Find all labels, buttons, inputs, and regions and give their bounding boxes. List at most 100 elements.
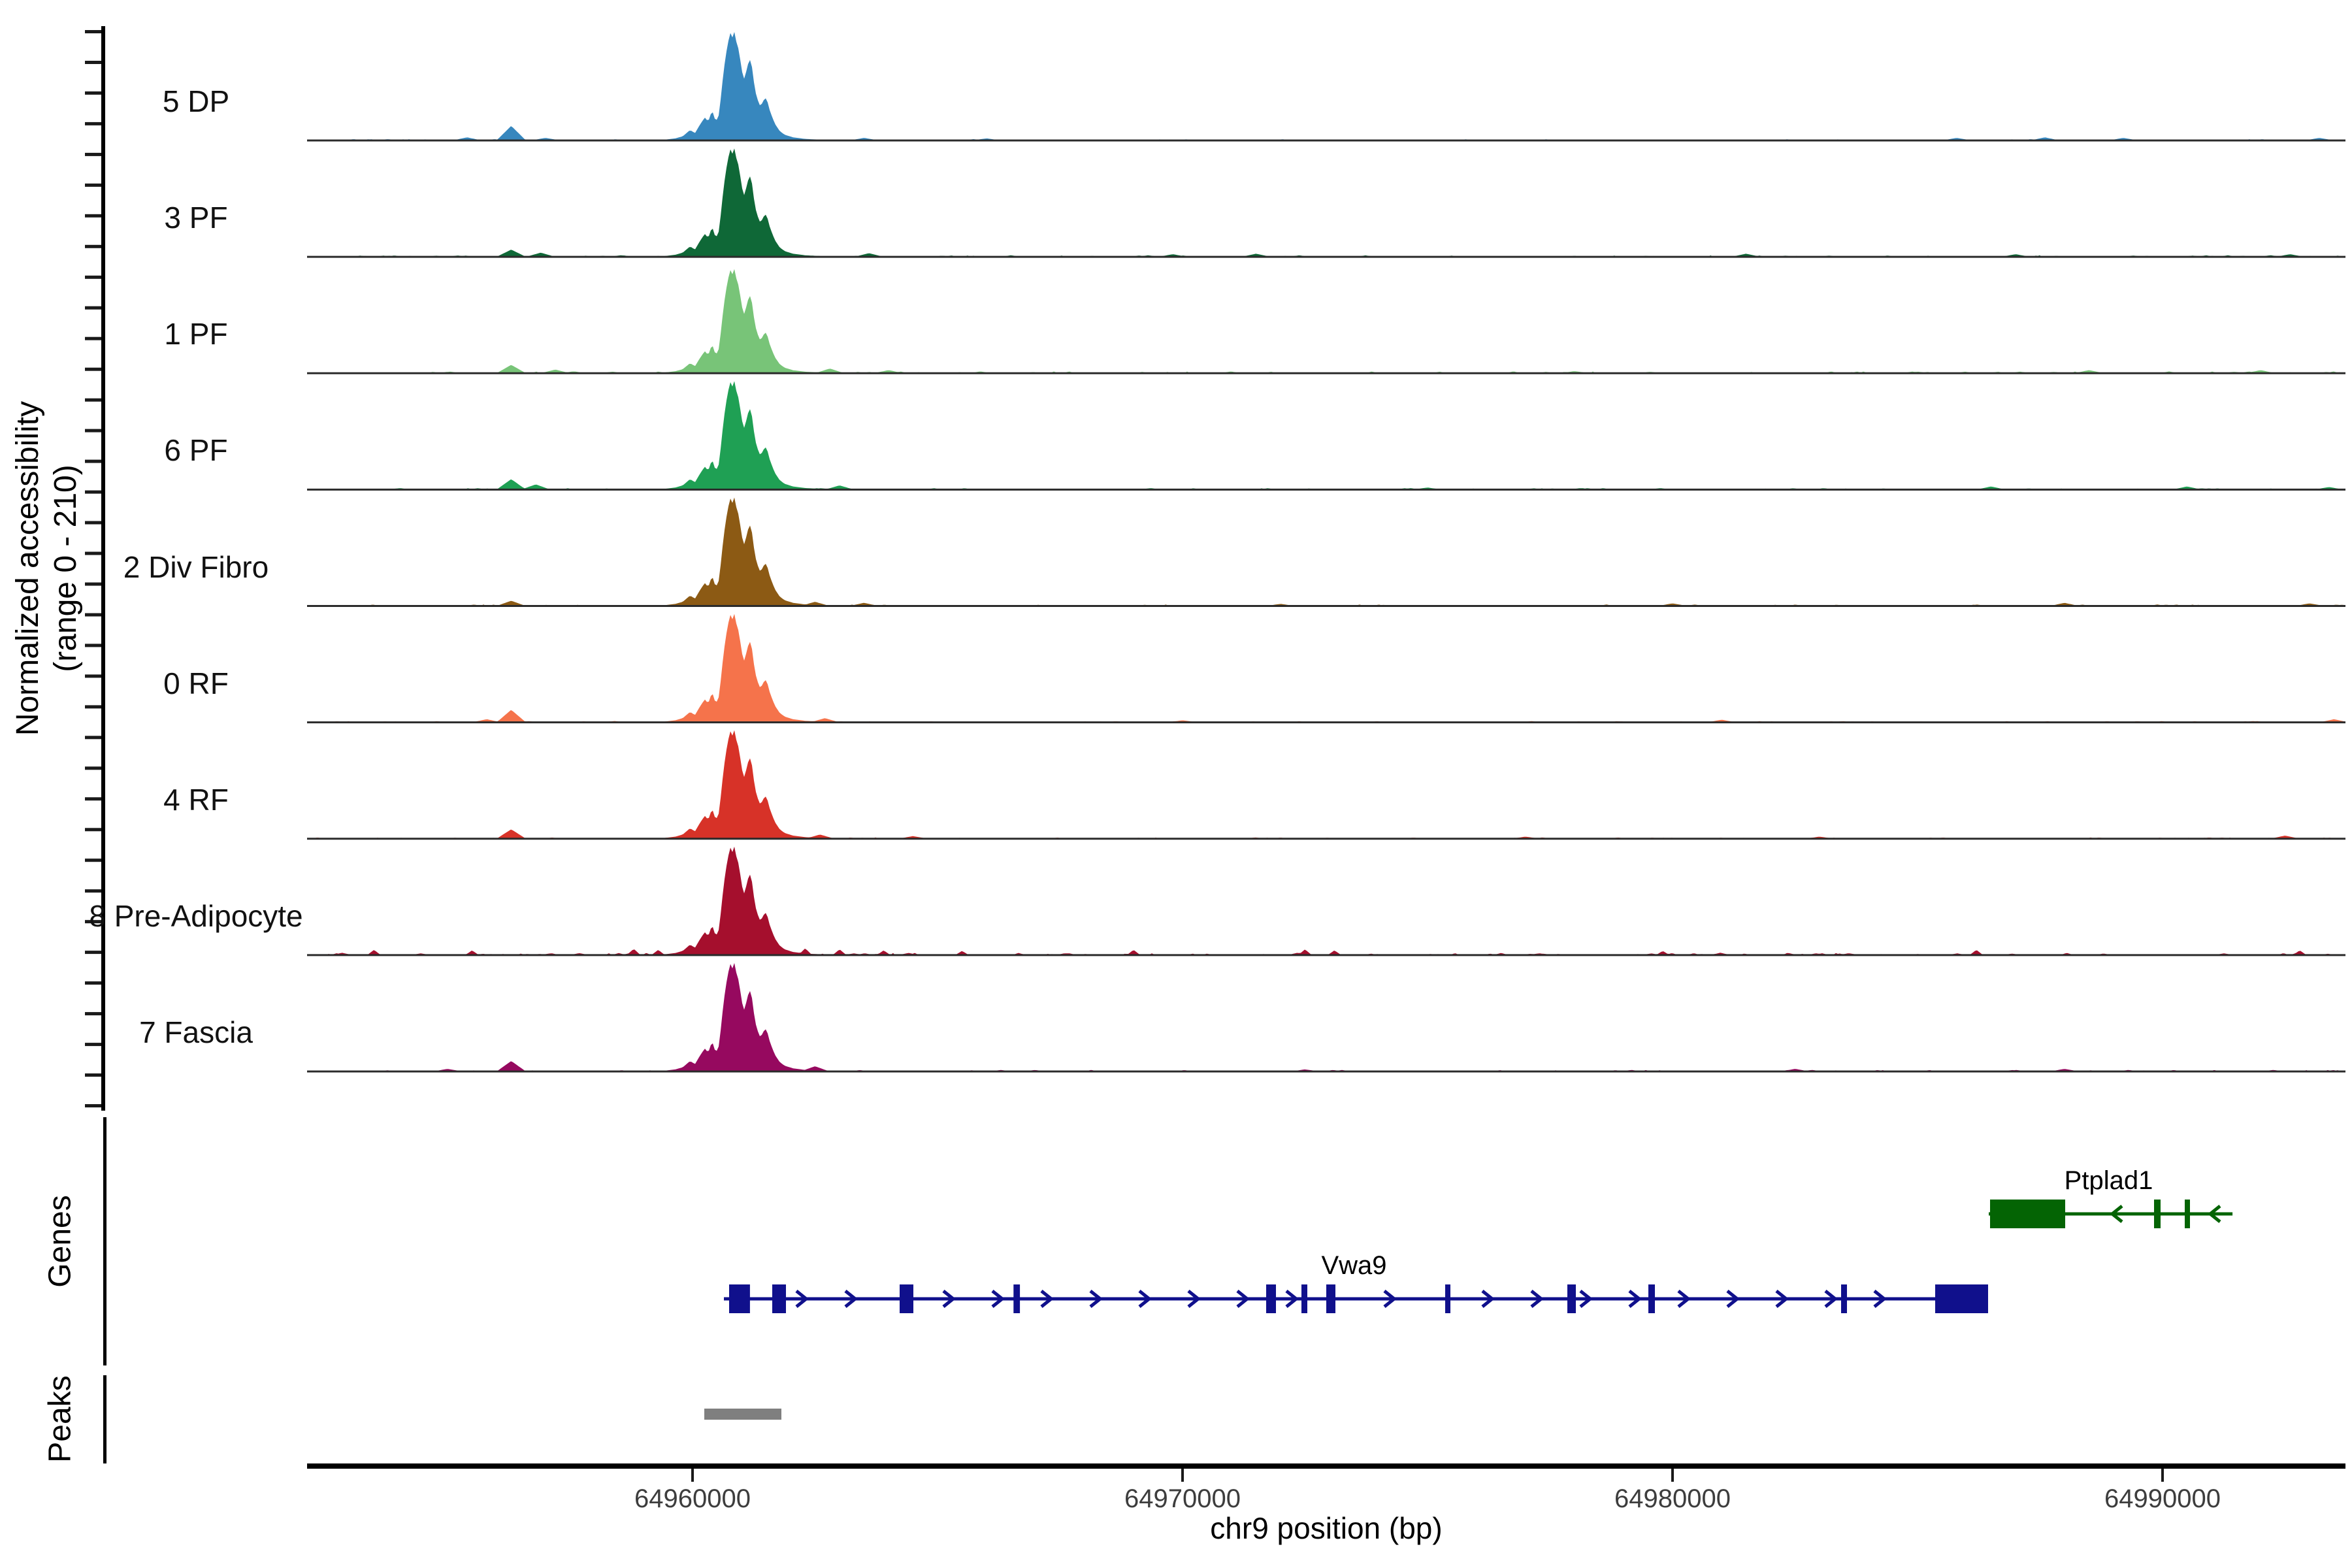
peaks-section-label: Peaks bbox=[42, 1375, 78, 1462]
y-axis-tick bbox=[85, 981, 101, 985]
y-axis-tick bbox=[85, 368, 101, 371]
y-axis-tick bbox=[85, 399, 101, 402]
y-axis-tick bbox=[85, 214, 101, 218]
gene-vwa9-exon bbox=[772, 1284, 786, 1313]
y-axis-tick bbox=[85, 889, 101, 892]
track-label-6-pf: 6 PF bbox=[164, 433, 227, 468]
y-axis-tick bbox=[85, 61, 101, 64]
x-tick-label-64990000: 64990000 bbox=[2104, 1484, 2221, 1514]
x-axis-line bbox=[307, 1463, 2345, 1469]
x-tick-label-64980000: 64980000 bbox=[1614, 1484, 1731, 1514]
y-axis-tick bbox=[85, 858, 101, 862]
y-axis-tick bbox=[85, 828, 101, 831]
track-baseline bbox=[307, 140, 2345, 142]
track-baseline bbox=[307, 1071, 2345, 1073]
track-label-8-pre-adipocyte: 8 Pre-Adipocyte bbox=[89, 898, 302, 934]
y-axis-tick bbox=[85, 797, 101, 800]
y-axis-tick bbox=[85, 153, 101, 156]
gene-ptplad1-exon bbox=[2185, 1200, 2190, 1228]
x-axis-tick bbox=[1181, 1469, 1184, 1482]
coverage-plot-figure: Normalized accessibility (range 0 - 210)… bbox=[0, 0, 2352, 1568]
gene-vwa9-exon bbox=[1013, 1284, 1020, 1313]
gene-vwa9-exon bbox=[1266, 1284, 1276, 1313]
y-axis-tick bbox=[85, 705, 101, 708]
y-axis-tick bbox=[85, 30, 101, 33]
y-axis-tick bbox=[85, 583, 101, 586]
gene-vwa9-exon bbox=[1935, 1284, 1988, 1313]
y-axis-tick bbox=[85, 1043, 101, 1046]
peaks-bracket bbox=[103, 1375, 106, 1463]
y-axis-spine bbox=[101, 26, 105, 1111]
y-axis-tick bbox=[85, 521, 101, 525]
x-axis-tick bbox=[1671, 1469, 1674, 1482]
track-baseline bbox=[307, 256, 2345, 258]
gene-vwa9-exon bbox=[1445, 1284, 1450, 1313]
signal-area-8-pre-adipocyte bbox=[307, 847, 2345, 955]
y-axis-tick bbox=[85, 674, 101, 678]
y-axis-tick bbox=[85, 337, 101, 340]
y-axis-tick bbox=[85, 951, 101, 954]
track-label-3-pf: 3 PF bbox=[164, 200, 227, 235]
y-axis-tick bbox=[85, 460, 101, 463]
signal-area-4-rf bbox=[307, 730, 2345, 839]
signal-area-0-rf bbox=[307, 614, 2345, 723]
y-axis-tick bbox=[85, 276, 101, 279]
signal-area-2-div-fibro bbox=[307, 498, 2345, 606]
signal-area-6-pf bbox=[307, 381, 2345, 489]
x-axis-tick bbox=[691, 1469, 694, 1482]
y-axis-tick bbox=[85, 184, 101, 187]
signal-area-1-pf bbox=[307, 269, 2345, 373]
gene-vwa9-label: Vwa9 bbox=[1321, 1251, 1386, 1281]
gene-vwa9-exon bbox=[729, 1284, 750, 1313]
gene-vwa9-exon bbox=[1841, 1284, 1847, 1313]
y-axis-tick bbox=[85, 1104, 101, 1107]
track-baseline bbox=[307, 372, 2345, 374]
y-axis-tick bbox=[85, 429, 101, 433]
gene-vwa9-body-line bbox=[724, 1298, 1988, 1301]
y-axis-tick bbox=[85, 766, 101, 770]
gene-vwa9-exon bbox=[1301, 1284, 1307, 1313]
y-axis-title-line2: (range 0 - 210) bbox=[47, 401, 85, 736]
peak-interval bbox=[704, 1409, 781, 1420]
track-label-0-rf: 0 RF bbox=[163, 666, 229, 701]
genes-section-label: Genes bbox=[42, 1195, 78, 1287]
track-baseline bbox=[307, 605, 2345, 607]
track-label-2-div-fibro: 2 Div Fibro bbox=[123, 549, 269, 585]
signal-area-5-dp bbox=[307, 32, 2345, 140]
y-axis-tick bbox=[85, 613, 101, 617]
y-axis-title-line1: Normalized accessibility bbox=[9, 401, 47, 736]
genes-bracket bbox=[103, 1117, 106, 1365]
y-axis-tick bbox=[85, 491, 101, 494]
y-axis-tick bbox=[85, 1073, 101, 1077]
y-axis-tick bbox=[85, 245, 101, 248]
track-label-1-pf: 1 PF bbox=[164, 316, 227, 351]
signal-area-3-pf bbox=[307, 148, 2345, 257]
gene-vwa9-exon bbox=[900, 1284, 913, 1313]
track-label-5-dp: 5 DP bbox=[163, 84, 229, 119]
gene-vwa9-exon bbox=[1567, 1284, 1576, 1313]
y-axis-tick bbox=[85, 122, 101, 125]
x-axis-tick bbox=[2161, 1469, 2164, 1482]
x-tick-label-64970000: 64970000 bbox=[1124, 1484, 1241, 1514]
x-axis-title: chr9 position (bp) bbox=[1210, 1511, 1442, 1546]
y-axis-title: Normalized accessibility (range 0 - 210) bbox=[9, 401, 85, 736]
track-label-7-fascia: 7 Fascia bbox=[139, 1015, 253, 1050]
signal-area-7-fascia bbox=[307, 963, 2345, 1071]
gene-ptplad1-exon bbox=[1990, 1200, 2065, 1228]
track-label-4-rf: 4 RF bbox=[163, 782, 229, 817]
gene-vwa9-exon bbox=[1326, 1284, 1335, 1313]
y-axis-tick bbox=[85, 736, 101, 739]
y-axis-tick bbox=[85, 644, 101, 647]
y-axis-tick bbox=[85, 91, 101, 95]
gene-ptplad1-label: Ptplad1 bbox=[2065, 1166, 2153, 1196]
y-axis-tick bbox=[85, 552, 101, 555]
coverage-plot-canvas bbox=[0, 0, 2352, 1568]
y-axis-tick bbox=[85, 306, 101, 310]
gene-ptplad1-exon bbox=[2154, 1200, 2161, 1228]
track-baseline bbox=[307, 954, 2345, 956]
track-baseline bbox=[307, 489, 2345, 491]
x-tick-label-64960000: 64960000 bbox=[634, 1484, 751, 1514]
track-baseline bbox=[307, 721, 2345, 723]
gene-vwa9-exon bbox=[1648, 1284, 1655, 1313]
y-axis-tick bbox=[85, 1012, 101, 1015]
